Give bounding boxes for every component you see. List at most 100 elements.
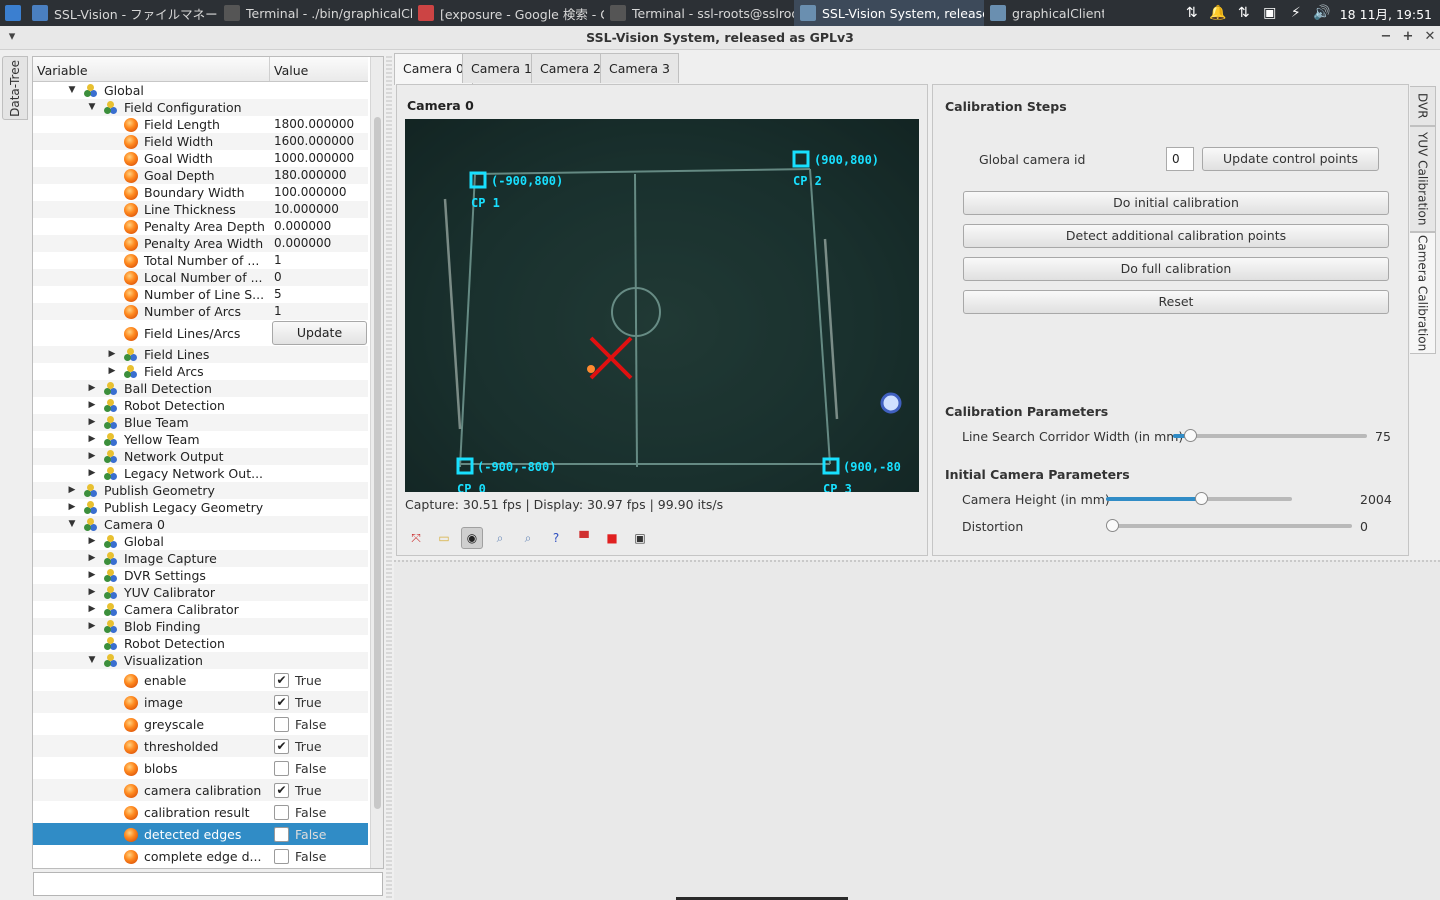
tree-row-value[interactable]: 180.000000	[274, 168, 347, 182]
expand-arrow-icon[interactable]: ▶	[86, 550, 98, 567]
tree-row[interactable]: ▶ Blob Finding	[33, 618, 368, 635]
tree-row[interactable]: camera calibration ✔ True	[33, 779, 368, 801]
tree-row[interactable]: Number of Line S... 5	[33, 286, 368, 303]
do-full-calibration-button[interactable]: Do full calibration	[963, 257, 1389, 281]
value-checkbox[interactable]	[274, 827, 289, 842]
tree-row[interactable]: blobs False	[33, 757, 368, 779]
update-button[interactable]: Update	[272, 321, 367, 345]
expand-arrow-icon[interactable]: ▶	[86, 397, 98, 414]
taskbar-item[interactable]: Terminal - ssl-roots@sslroo...	[604, 0, 794, 26]
collapse-arrow-icon[interactable]: ▼	[86, 652, 98, 669]
do-initial-calibration-button[interactable]: Do initial calibration	[963, 191, 1389, 215]
tree-row[interactable]: Penalty Area Width 0.000000	[33, 235, 368, 252]
pause-capture-icon[interactable]: ◉	[461, 527, 483, 549]
reset-button[interactable]: Reset	[963, 290, 1389, 314]
column-header-value[interactable]: Value	[270, 57, 308, 81]
zoom-in-icon[interactable]: ⌕	[489, 527, 511, 549]
tree-row[interactable]: Boundary Width 100.000000	[33, 184, 368, 201]
expand-arrow-icon[interactable]: ▶	[86, 584, 98, 601]
tree-row-value[interactable]: 1	[274, 304, 282, 318]
expand-arrow-icon[interactable]: ▶	[106, 363, 118, 380]
tree-row[interactable]: greyscale False	[33, 713, 368, 735]
network-icon[interactable]: ⇅	[1236, 5, 1252, 21]
tree-row[interactable]: Robot Detection	[33, 635, 368, 652]
tree-row[interactable]: ▶ Blue Team	[33, 414, 368, 431]
tree-row[interactable]: ▼ Global	[33, 82, 368, 99]
clipboard-icon[interactable]: ▣	[1262, 5, 1278, 21]
expand-arrow-icon[interactable]: ▶	[106, 346, 118, 363]
power-icon[interactable]: ⚡	[1288, 5, 1304, 21]
tree-row-value[interactable]: 0	[274, 270, 282, 284]
panel-splitter[interactable]	[386, 56, 392, 900]
expand-arrow-icon[interactable]: ▶	[66, 482, 78, 499]
tree-row[interactable]: ▶ Field Arcs	[33, 363, 368, 380]
tab-camera-3[interactable]: Camera 3	[600, 53, 679, 83]
expand-arrow-icon[interactable]: ▶	[86, 380, 98, 397]
tree-row[interactable]: Line Thickness 10.000000	[33, 201, 368, 218]
expand-arrow-icon[interactable]: ▶	[86, 567, 98, 584]
tree-row[interactable]: ▼ Visualization	[33, 652, 368, 669]
tree-row[interactable]: Field Length 1800.000000	[33, 116, 368, 133]
open-image-icon[interactable]: ▭	[433, 527, 455, 549]
tree-row[interactable]: Field Width 1600.000000	[33, 133, 368, 150]
zoom-out-icon[interactable]: ⌕	[517, 527, 539, 549]
tree-filter-input[interactable]	[33, 872, 383, 896]
tree-row[interactable]: ▶ Legacy Network Out...	[33, 465, 368, 482]
corridor-width-handle[interactable]	[1184, 429, 1197, 442]
tree-row[interactable]: ▶ Publish Legacy Geometry	[33, 499, 368, 516]
expand-arrow-icon[interactable]: ▶	[86, 414, 98, 431]
tree-row[interactable]: ▶ Yellow Team	[33, 431, 368, 448]
tree-row[interactable]: ▶ Global	[33, 533, 368, 550]
tab-camera-1[interactable]: Camera 1	[462, 53, 541, 83]
tree-row[interactable]: ▶ DVR Settings	[33, 567, 368, 584]
tree-row-value[interactable]: 1600.000000	[274, 134, 354, 148]
data-tree-tab[interactable]: Data-Tree	[2, 56, 28, 120]
tree-row[interactable]: ▼ Camera 0	[33, 516, 368, 533]
tree-row[interactable]: Field Lines/Arcs Update	[33, 320, 368, 346]
value-checkbox[interactable]	[274, 761, 289, 776]
tree-row[interactable]: ▶ Image Capture	[33, 550, 368, 567]
tree-row[interactable]: ▶ Field Lines	[33, 346, 368, 363]
tree-row[interactable]: ▶ Robot Detection	[33, 397, 368, 414]
tree-row[interactable]: ▶ Ball Detection	[33, 380, 368, 397]
collapse-arrow-icon[interactable]: ▼	[86, 99, 98, 116]
tree-row-value[interactable]: 1000.000000	[274, 151, 354, 165]
value-checkbox[interactable]	[274, 805, 289, 820]
taskbar-item[interactable]: [exposure - Google 検索 - G...	[412, 0, 604, 26]
tree-row[interactable]: Penalty Area Depth 0.000000	[33, 218, 368, 235]
corridor-width-slider[interactable]	[1173, 429, 1367, 442]
record-icon[interactable]: ■	[601, 527, 623, 549]
tree-row[interactable]: ▶ Network Output	[33, 448, 368, 465]
tree-row[interactable]: Local Number of ... 0	[33, 269, 368, 286]
value-checkbox[interactable]	[274, 849, 289, 864]
tree-row-value[interactable]: 1800.000000	[274, 117, 354, 131]
expand-arrow-icon[interactable]: ▶	[86, 618, 98, 635]
fit-view-icon[interactable]: ⤧	[405, 527, 427, 549]
tree-row-value[interactable]: 10.000000	[274, 202, 339, 216]
value-checkbox[interactable]: ✔	[274, 673, 289, 688]
tree-row[interactable]: ▼ Field Configuration	[33, 99, 368, 116]
expand-arrow-icon[interactable]: ▶	[86, 601, 98, 618]
start-menu-icon[interactable]	[0, 0, 26, 26]
network-up-icon[interactable]: ⇅	[1184, 5, 1200, 21]
expand-arrow-icon[interactable]: ▶	[86, 448, 98, 465]
taskbar-item[interactable]: SSL-Vision - ファイルマネー...	[26, 0, 218, 26]
camera-height-slider[interactable]	[1106, 492, 1292, 505]
collapse-arrow-icon[interactable]: ▼	[66, 516, 78, 533]
tree-row[interactable]: ▶ YUV Calibrator	[33, 584, 368, 601]
tree-row-value[interactable]: 1	[274, 253, 282, 267]
tree-row[interactable]: Goal Width 1000.000000	[33, 150, 368, 167]
taskbar-item[interactable]: graphicalClient	[984, 0, 1104, 26]
expand-arrow-icon[interactable]: ▶	[86, 465, 98, 482]
save-icon[interactable]: ▣	[629, 527, 651, 549]
tree-row[interactable]: enable ✔ True	[33, 669, 368, 691]
tree-row[interactable]: Total Number of ... 1	[33, 252, 368, 269]
distortion-slider[interactable]	[1106, 519, 1352, 532]
minimize-icon[interactable]: −	[1378, 29, 1394, 44]
scrollbar-thumb[interactable]	[374, 117, 381, 809]
tree-row[interactable]: detected edges False	[33, 823, 368, 845]
detect-additional-points-button[interactable]: Detect additional calibration points	[963, 224, 1389, 248]
tab-dvr[interactable]: DVR	[1410, 86, 1436, 126]
taskbar-item[interactable]: Terminal - ./bin/graphicalCli...	[218, 0, 412, 26]
global-camera-id-input[interactable]: 0	[1166, 147, 1194, 171]
